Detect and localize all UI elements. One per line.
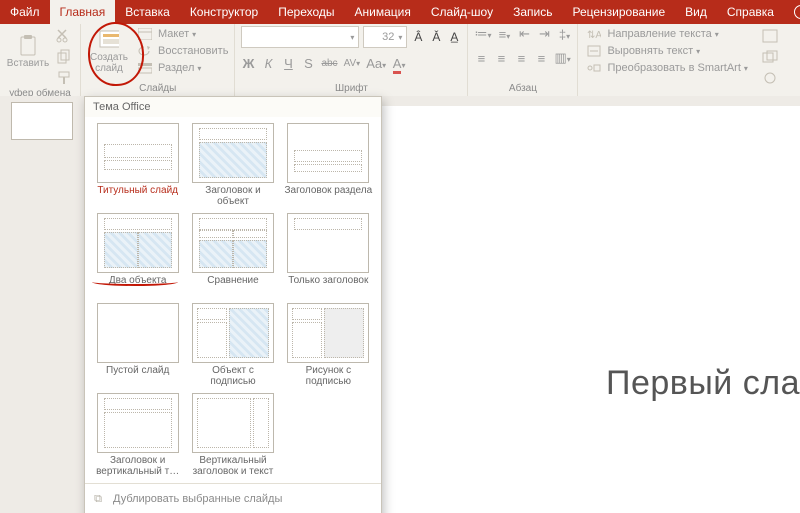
ribbon-tabbar: Файл Главная Вставка Конструктор Переход…: [0, 0, 800, 24]
font-size-combo[interactable]: 32▾: [363, 26, 407, 48]
convert-smartart-button[interactable]: Преобразовать в SmartArt▾: [584, 60, 747, 76]
dedent-button[interactable]: ⇤: [517, 26, 531, 42]
smartart-icon: [584, 58, 604, 78]
reset-button[interactable]: Восстановить: [135, 43, 228, 59]
layout-title-vertical-text[interactable]: Заголовок и вертикальный т…: [91, 391, 184, 479]
layout-section-header[interactable]: Заголовок раздела: [282, 121, 375, 209]
bold-button[interactable]: Ж: [241, 56, 255, 71]
align-right-button[interactable]: ≡: [514, 51, 528, 66]
copy-icon[interactable]: [54, 47, 74, 67]
duplicate-slides-item[interactable]: ⧉ Дублировать выбранные слайды: [85, 488, 381, 510]
clipboard-small: [54, 26, 74, 88]
decrease-font-icon[interactable]: Ǎ: [429, 30, 443, 44]
layout-title-content[interactable]: Заголовок и объект: [186, 121, 279, 209]
tab-record[interactable]: Запись: [503, 0, 562, 24]
layout-content-caption[interactable]: Объект с подписью: [186, 301, 279, 389]
paste-label: Вставить: [7, 58, 49, 69]
duplicate-icon: ⧉: [91, 492, 105, 506]
group-clipboard: Вставить уфер обмена: [0, 24, 81, 96]
section-button[interactable]: Раздел▾: [135, 60, 228, 76]
align-text-button[interactable]: Выровнять текст▾: [584, 43, 747, 59]
tab-insert[interactable]: Вставка: [115, 0, 180, 24]
increase-font-icon[interactable]: Â: [411, 30, 425, 44]
tab-design[interactable]: Конструктор: [180, 0, 268, 24]
tab-view[interactable]: Вид: [675, 0, 717, 24]
align-center-button[interactable]: ≡: [494, 51, 508, 66]
justify-button[interactable]: ≡: [534, 51, 548, 66]
tab-animation[interactable]: Анимация: [345, 0, 421, 24]
layout-title-only[interactable]: Только заголовок: [282, 211, 375, 299]
group-paragraph: ≔▾ ≡▾ ⇤ ⇥ ‡▾ ≡ ≡ ≡ ≡ ▥▾ Абзац: [468, 24, 578, 96]
slide-thumbnail-1[interactable]: [11, 102, 73, 140]
layout-picture-caption[interactable]: Рисунок с подписью: [282, 301, 375, 389]
change-case-button[interactable]: Aa▾: [366, 56, 386, 71]
gallery-header: Тема Office: [85, 97, 381, 117]
shape-fill-icon[interactable]: [760, 26, 780, 46]
ribbon: Вставить уфер обмена Соз: [0, 24, 800, 97]
clear-format-icon[interactable]: A̲: [447, 30, 461, 44]
layout-title-slide[interactable]: Титульный слайд: [91, 121, 184, 209]
layout-blank[interactable]: Пустой слайд: [91, 301, 184, 389]
tab-review[interactable]: Рецензирование: [562, 0, 675, 24]
cut-icon[interactable]: [54, 26, 74, 46]
group-paragraph-title: Абзац: [474, 83, 571, 96]
shadow-button[interactable]: S: [301, 56, 315, 71]
paste-button[interactable]: Вставить: [6, 26, 50, 78]
quick-styles-icon[interactable]: [760, 68, 780, 88]
group-slides-title: Слайды: [87, 83, 228, 96]
slide-thumbnail-pane[interactable]: [0, 96, 85, 513]
layout-vertical-title-text[interactable]: Вертикальный заголовок и текст: [186, 391, 279, 479]
group-font-title: Шрифт: [241, 83, 461, 96]
section-icon: [135, 58, 155, 78]
group-paragraph-extra: ⇅A Направление текста▾ Выровнять текст▾ …: [578, 24, 753, 96]
line-spacing-button[interactable]: ‡▾: [557, 27, 571, 42]
group-slides: Создать слайд Макет▾ Восстановить Раздел…: [81, 24, 235, 96]
svg-text:⇅A: ⇅A: [587, 30, 601, 40]
tab-home[interactable]: Главная: [50, 0, 116, 24]
font-family-combo[interactable]: ▾: [241, 26, 359, 48]
text-direction-button[interactable]: ⇅A Направление текста▾: [584, 26, 747, 42]
indent-button[interactable]: ⇥: [537, 26, 551, 42]
numbering-button[interactable]: ≡▾: [497, 27, 511, 42]
slide-title-text[interactable]: Первый сла: [606, 364, 800, 403]
new-slide-gallery: Тема Office Титульный слайд Заголовок и …: [84, 96, 382, 513]
group-font: ▾ 32▾ Â Ǎ A̲ Ж К Ч S abc AV▾ Aa▾ А▾ Шр…: [235, 24, 468, 96]
tab-transitions[interactable]: Переходы: [268, 0, 344, 24]
tell-me[interactable]: Что вы хотите сдела: [784, 0, 800, 24]
layout-two-content[interactable]: Два объекта: [91, 211, 184, 299]
bullets-button[interactable]: ≔▾: [474, 26, 491, 42]
new-slide-label: Создать слайд: [90, 52, 128, 74]
columns-button[interactable]: ▥▾: [554, 50, 570, 66]
lightbulb-icon: [794, 5, 800, 19]
new-slide-icon: [99, 30, 119, 50]
group-drawing-tail: [754, 24, 786, 96]
tab-slideshow[interactable]: Слайд-шоу: [421, 0, 503, 24]
underline-button[interactable]: Ч: [281, 56, 295, 71]
tab-file[interactable]: Файл: [0, 0, 50, 24]
char-spacing-button[interactable]: AV▾: [344, 58, 361, 69]
clipboard-icon: [18, 36, 38, 56]
layout-comparison[interactable]: Сравнение: [186, 211, 279, 299]
format-painter-icon[interactable]: [54, 68, 74, 88]
font-color-button[interactable]: А▾: [392, 56, 406, 71]
align-left-button[interactable]: ≡: [474, 51, 488, 66]
tab-help[interactable]: Справка: [717, 0, 784, 24]
new-slide-button[interactable]: Создать слайд: [87, 26, 131, 78]
layout-button[interactable]: Макет▾: [135, 26, 228, 42]
strike-button[interactable]: abc: [321, 58, 337, 69]
italic-button[interactable]: К: [261, 56, 275, 71]
arrange-icon[interactable]: [760, 47, 780, 67]
